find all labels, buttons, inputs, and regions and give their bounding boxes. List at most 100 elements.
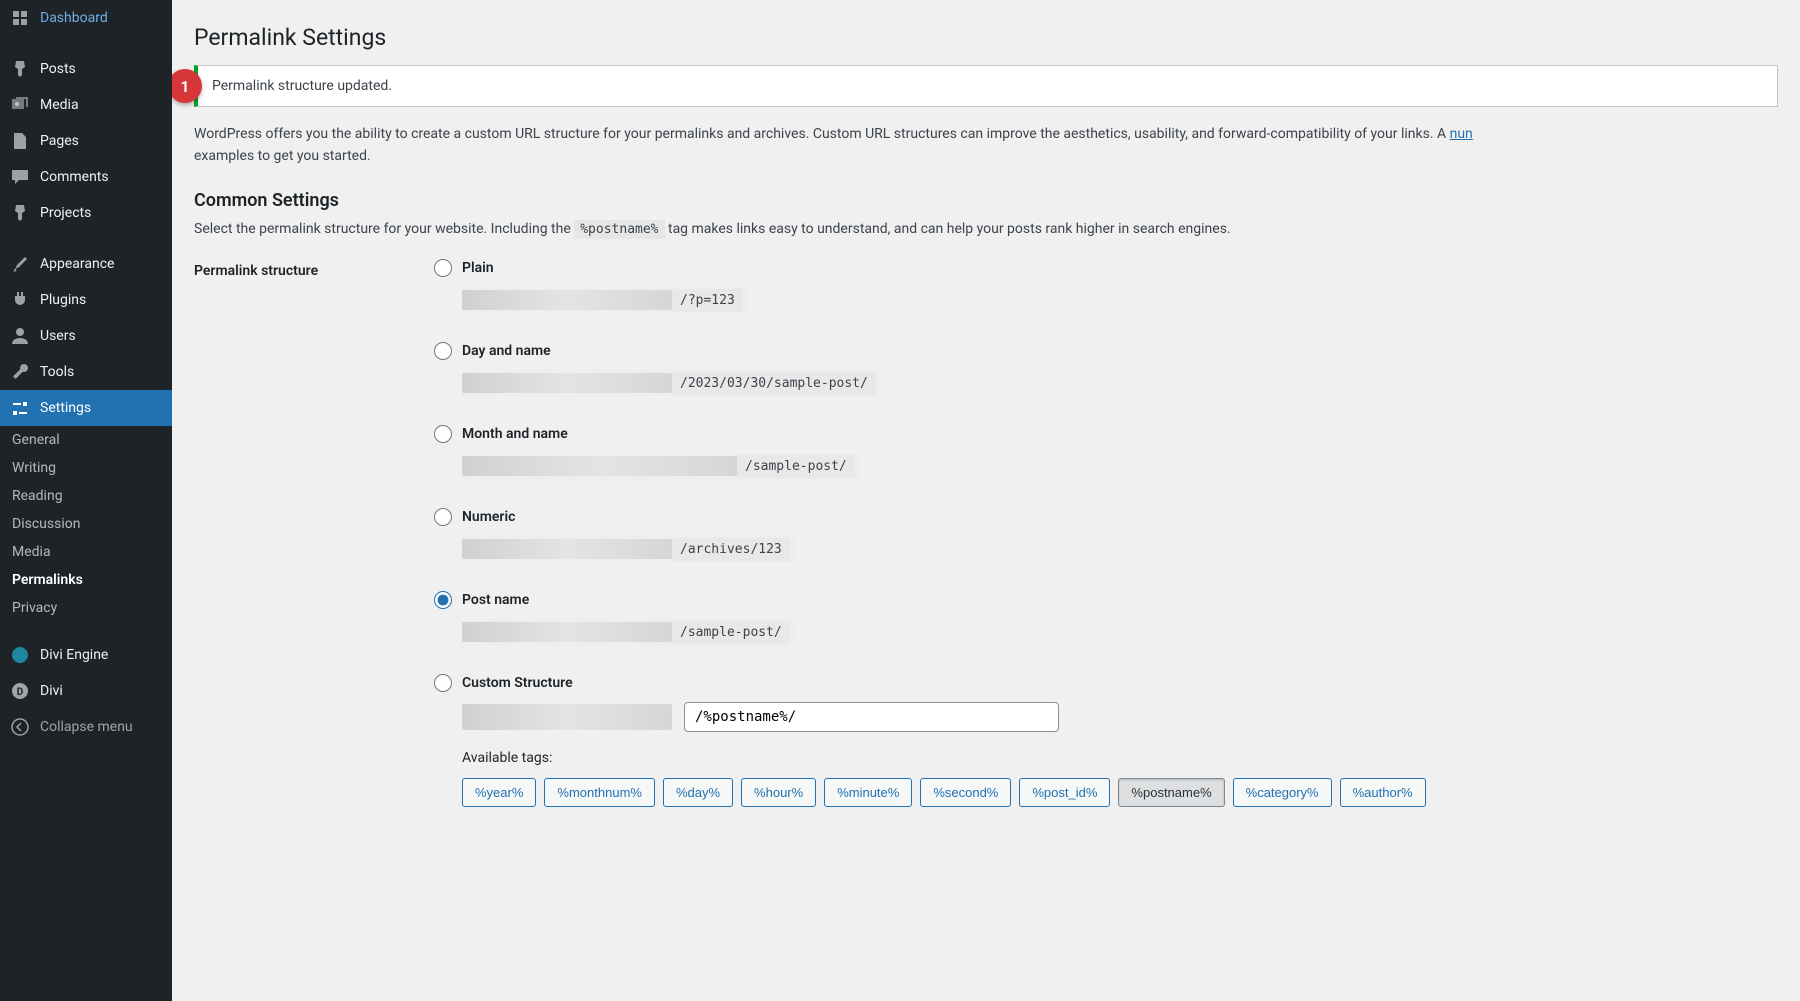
sidebar-item-tools[interactable]: Tools (0, 354, 172, 390)
sidebar-subitem-media[interactable]: Media (0, 538, 172, 566)
sidebar-subitem-permalinks[interactable]: Permalinks (0, 566, 172, 594)
available-tags-row: %year% %monthnum% %day% %hour% %minute% … (462, 778, 1778, 807)
sidebar-item-label: Appearance (40, 256, 164, 272)
sidebar-item-divi[interactable]: D Divi (0, 673, 172, 709)
tag-category[interactable]: %category% (1233, 778, 1332, 807)
option-month-name: Month and name /sample-post/ (434, 425, 1778, 480)
sidebar-item-media[interactable]: Media (0, 87, 172, 123)
plugin-icon (10, 290, 30, 310)
option-numeric: Numeric /archives/123 (434, 508, 1778, 563)
success-notice: 1 Permalink structure updated. (194, 65, 1778, 107)
option-post-name-label[interactable]: Post name (434, 591, 1778, 609)
redacted-url (462, 704, 672, 730)
page-icon (10, 131, 30, 151)
tag-day[interactable]: %day% (663, 778, 733, 807)
option-month-name-label[interactable]: Month and name (434, 425, 1778, 443)
sidebar-item-label: Users (40, 328, 164, 344)
sidebar-item-pages[interactable]: Pages (0, 123, 172, 159)
sidebar-item-users[interactable]: Users (0, 318, 172, 354)
divi-icon: D (10, 681, 30, 701)
common-settings-heading: Common Settings (194, 190, 1778, 211)
sidebar-subitem-reading[interactable]: Reading (0, 482, 172, 510)
sidebar-subitem-privacy[interactable]: Privacy (0, 594, 172, 622)
sidebar-item-label: Media (40, 97, 164, 113)
collapse-label: Collapse menu (40, 719, 162, 735)
sidebar-subitem-discussion[interactable]: Discussion (0, 510, 172, 538)
section-subtext: Select the permalink structure for your … (194, 221, 1778, 237)
redacted-url (462, 622, 672, 642)
option-plain-example: /?p=123 (672, 289, 743, 312)
tag-author[interactable]: %author% (1340, 778, 1426, 807)
option-numeric-example: /archives/123 (672, 538, 790, 561)
brush-icon (10, 254, 30, 274)
option-day-name: Day and name /2023/03/30/sample-post/ (434, 342, 1778, 397)
annotation-badge: 1 (172, 69, 202, 103)
sidebar-item-label: Tools (40, 364, 164, 380)
custom-structure-input[interactable] (684, 702, 1059, 732)
admin-sidebar: Dashboard Posts Media Pages Comments Pro… (0, 0, 172, 1001)
page-title: Permalink Settings (194, 24, 1778, 51)
permalink-options: Plain /?p=123 Day and name /2023/03/30/s… (434, 259, 1778, 835)
collapse-icon (10, 717, 30, 737)
intro-link[interactable]: nun (1450, 126, 1473, 142)
redacted-url (462, 456, 737, 476)
sidebar-subitem-general[interactable]: General (0, 426, 172, 454)
collapse-menu-button[interactable]: Collapse menu (0, 709, 172, 745)
tag-second[interactable]: %second% (920, 778, 1011, 807)
sidebar-item-plugins[interactable]: Plugins (0, 282, 172, 318)
option-plain-radio[interactable] (434, 259, 452, 277)
sidebar-item-projects[interactable]: Projects (0, 195, 172, 231)
sidebar-item-label: Divi (40, 683, 164, 699)
option-custom: Custom Structure Available tags: %year% … (434, 674, 1778, 807)
option-post-name-radio[interactable] (434, 591, 452, 609)
permalink-structure-row: Permalink structure Plain /?p=123 Day an… (194, 259, 1778, 835)
sidebar-item-appearance[interactable]: Appearance (0, 246, 172, 282)
redacted-url (462, 539, 672, 559)
tag-postname[interactable]: %postname% (1118, 778, 1224, 807)
dashboard-icon (10, 8, 30, 28)
option-custom-label[interactable]: Custom Structure (434, 674, 1778, 692)
option-month-name-example: /sample-post/ (737, 455, 855, 478)
redacted-url (462, 290, 672, 310)
option-plain: Plain /?p=123 (434, 259, 1778, 314)
tag-hour[interactable]: %hour% (741, 778, 816, 807)
sidebar-subitem-writing[interactable]: Writing (0, 454, 172, 482)
sidebar-item-divi-engine[interactable]: Divi Engine (0, 637, 172, 673)
divi-engine-icon (10, 645, 30, 665)
postname-tag-inline: %postname% (574, 220, 664, 239)
tag-monthnum[interactable]: %monthnum% (544, 778, 655, 807)
user-icon (10, 326, 30, 346)
sidebar-item-label: Settings (40, 400, 164, 416)
svg-text:D: D (17, 687, 24, 698)
comment-icon (10, 167, 30, 187)
option-month-name-radio[interactable] (434, 425, 452, 443)
notice-text: Permalink structure updated. (212, 78, 392, 94)
option-post-name-example: /sample-post/ (672, 621, 790, 644)
option-numeric-label[interactable]: Numeric (434, 508, 1778, 526)
sidebar-item-posts[interactable]: Posts (0, 51, 172, 87)
option-custom-radio[interactable] (434, 674, 452, 692)
option-plain-label[interactable]: Plain (434, 259, 1778, 277)
option-day-name-label[interactable]: Day and name (434, 342, 1778, 360)
sidebar-item-label: Plugins (40, 292, 164, 308)
option-post-name: Post name /sample-post/ (434, 591, 1778, 646)
sidebar-item-label: Pages (40, 133, 164, 149)
pin-icon (10, 203, 30, 223)
sidebar-item-label: Comments (40, 169, 164, 185)
tag-year[interactable]: %year% (462, 778, 536, 807)
available-tags-label: Available tags: (462, 750, 1778, 766)
permalink-structure-label: Permalink structure (194, 259, 434, 279)
option-day-name-radio[interactable] (434, 342, 452, 360)
tag-post-id[interactable]: %post_id% (1019, 778, 1110, 807)
tag-minute[interactable]: %minute% (824, 778, 912, 807)
sidebar-item-label: Divi Engine (40, 647, 164, 663)
sidebar-item-comments[interactable]: Comments (0, 159, 172, 195)
settings-sliders-icon (10, 398, 30, 418)
option-numeric-radio[interactable] (434, 508, 452, 526)
sidebar-item-settings[interactable]: Settings (0, 390, 172, 426)
sidebar-item-label: Dashboard (40, 10, 164, 26)
main-content: Permalink Settings 1 Permalink structure… (172, 0, 1800, 1001)
sidebar-item-dashboard[interactable]: Dashboard (0, 0, 172, 36)
pin-icon (10, 59, 30, 79)
media-icon (10, 95, 30, 115)
